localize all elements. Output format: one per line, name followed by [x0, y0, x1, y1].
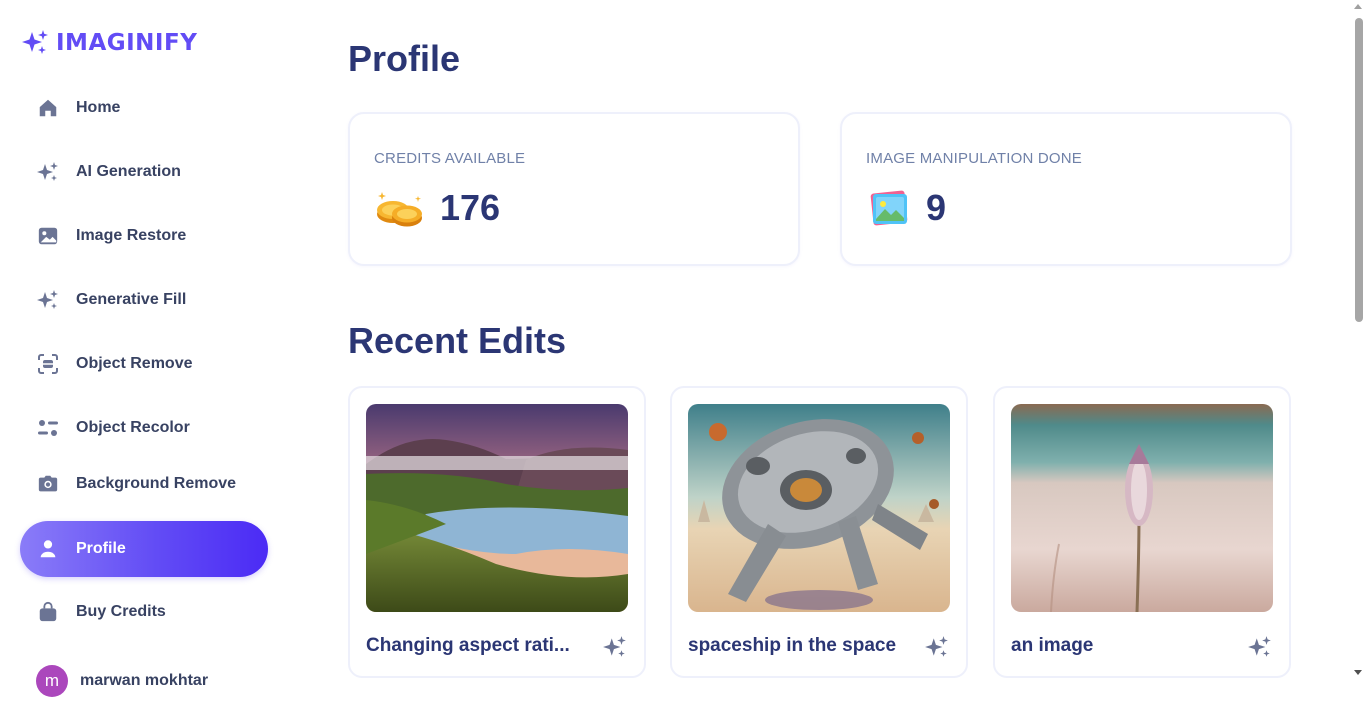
sparkles-icon [36, 160, 60, 184]
sidebar-item-label: Generative Fill [76, 291, 187, 308]
logo-text: IMAGINIFY [56, 30, 198, 56]
sparkles-icon [36, 288, 60, 312]
edit-title[interactable]: an image [1011, 635, 1237, 657]
credits-value: 176 [440, 187, 501, 228]
logo[interactable]: IMAGINIFY [20, 28, 197, 58]
sidebar: IMAGINIFY Home AI Generation Image Resto… [0, 0, 290, 713]
vertical-scrollbar[interactable] [1351, 0, 1366, 713]
sidebar-item-label: Image Restore [76, 227, 187, 244]
user-name: marwan mokhtar [80, 672, 209, 689]
image-icon [36, 224, 60, 248]
recent-edit-card[interactable]: an image [993, 386, 1291, 678]
edit-title[interactable]: spaceship in the space [688, 635, 914, 657]
edit-thumbnail[interactable] [366, 404, 628, 612]
sidebar-item-object-remove[interactable]: Object Remove [20, 336, 268, 392]
sidebar-item-generative-fill[interactable]: Generative Fill [20, 272, 268, 328]
recent-edit-card[interactable]: Changing aspect rati... [348, 386, 646, 678]
scroll-up-arrow-icon[interactable] [1354, 4, 1362, 9]
scan-icon [36, 352, 60, 376]
page-title: Profile [348, 38, 461, 79]
sidebar-item-label: Profile [76, 540, 126, 557]
main-content: Profile CREDITS AVAILABLE 176 IMAGE MANI… [348, 0, 1292, 713]
bag-icon [36, 600, 60, 624]
photo-icon [870, 190, 908, 226]
stat-value-row: 9 [866, 186, 946, 230]
user-icon [36, 537, 60, 561]
sidebar-item-background-remove[interactable]: Background Remove [20, 456, 268, 512]
sidebar-item-home[interactable]: Home [20, 80, 268, 136]
sidebar-item-label: Buy Credits [76, 603, 166, 620]
user-profile-button[interactable]: m marwan mokhtar [36, 665, 208, 697]
avatar[interactable]: m [36, 665, 68, 697]
recent-edits-title: Recent Edits [348, 320, 567, 361]
sidebar-item-profile[interactable]: Profile [20, 521, 268, 577]
recent-edit-card[interactable]: spaceship in the space [670, 386, 968, 678]
edit-thumbnail[interactable] [688, 404, 950, 612]
sparkles-logo-icon [22, 30, 48, 54]
scroll-down-arrow-icon[interactable] [1354, 670, 1362, 675]
sparkles-icon[interactable] [924, 634, 950, 660]
scroll-thumb[interactable] [1355, 18, 1363, 322]
filter-icon [36, 416, 60, 440]
sidebar-item-label: Object Remove [76, 355, 193, 372]
sidebar-item-object-recolor[interactable]: Object Recolor [20, 400, 268, 456]
sparkles-icon[interactable] [602, 634, 628, 660]
manipulation-card: IMAGE MANIPULATION DONE 9 [840, 112, 1292, 266]
sidebar-item-label: AI Generation [76, 163, 181, 180]
home-icon [36, 96, 60, 120]
stat-label: CREDITS AVAILABLE [374, 150, 526, 167]
stat-value-row: 176 [374, 186, 500, 230]
sidebar-item-ai-generation[interactable]: AI Generation [20, 144, 268, 200]
edit-title[interactable]: Changing aspect rati... [366, 635, 592, 657]
sidebar-item-buy-credits[interactable]: Buy Credits [20, 584, 268, 640]
manipulations-value: 9 [926, 187, 947, 228]
camera-icon [36, 472, 60, 496]
sidebar-item-label: Background Remove [76, 475, 237, 492]
sidebar-item-label: Object Recolor [76, 419, 190, 436]
sidebar-item-label: Home [76, 99, 121, 116]
edit-thumbnail[interactable] [1011, 404, 1273, 612]
sidebar-item-image-restore[interactable]: Image Restore [20, 208, 268, 264]
credits-card: CREDITS AVAILABLE 176 [348, 112, 800, 266]
coins-icon [377, 192, 422, 227]
stat-label: IMAGE MANIPULATION DONE [866, 150, 1083, 167]
sparkles-icon[interactable] [1247, 634, 1273, 660]
